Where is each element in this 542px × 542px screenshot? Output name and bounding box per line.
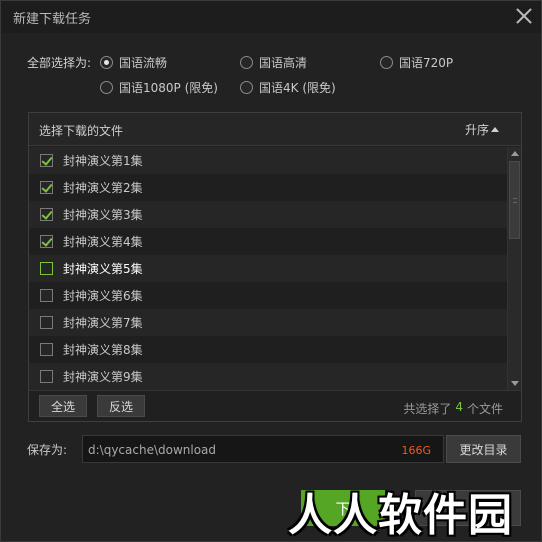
grip-icon	[513, 198, 517, 203]
radio-quality-smooth[interactable]: 国语流畅	[100, 54, 167, 71]
new-download-dialog: 新建下载任务 全部选择为: 国语流畅 国语高清 国语720P 国语1080P (…	[0, 0, 542, 542]
selected-prefix: 共选择了	[403, 402, 452, 416]
scroll-down-icon[interactable]	[511, 381, 519, 386]
file-name: 封神演义第4集	[63, 235, 143, 249]
selected-suffix: 个文件	[466, 402, 503, 416]
file-list-panel: 选择下载的文件 升序 封神演义第1集 封神演义第2集 封神演义第3集 封神演义第…	[28, 112, 522, 422]
file-name: 封神演义第7集	[63, 316, 143, 330]
invert-selection-button[interactable]: 反选	[97, 395, 145, 417]
scrollbar[interactable]	[507, 147, 521, 390]
radio-quality-4k[interactable]: 国语4K (限免)	[240, 79, 336, 96]
radio-label: 国语流畅	[119, 56, 168, 70]
radio-icon	[100, 81, 113, 94]
checkbox[interactable]	[40, 235, 53, 248]
radio-label: 国语720P	[399, 56, 454, 70]
free-space: 166G	[401, 444, 431, 457]
checkbox[interactable]	[40, 343, 53, 356]
list-item[interactable]: 封神演义第9集	[29, 363, 507, 390]
list-item[interactable]: 封神演义第6集	[29, 282, 507, 309]
radio-label: 国语高清	[259, 56, 308, 70]
radio-icon	[240, 56, 253, 69]
list-item[interactable]: 封神演义第5集	[29, 255, 507, 282]
file-name: 封神演义第9集	[63, 370, 143, 384]
file-name: 封神演义第2集	[63, 181, 143, 195]
file-list: 封神演义第1集 封神演义第2集 封神演义第3集 封神演义第4集 封神演义第5集 …	[29, 147, 507, 390]
list-item[interactable]: 封神演义第2集	[29, 174, 507, 201]
selected-count: 共选择了 4 个文件	[403, 400, 503, 417]
save-path-field[interactable]: d:\qycache\download 166G	[82, 435, 444, 463]
checkbox[interactable]	[40, 289, 53, 302]
quality-label: 全部选择为:	[27, 56, 92, 70]
watermark: 人人软件园	[288, 490, 513, 541]
radio-quality-hd[interactable]: 国语高清	[240, 54, 307, 71]
radio-label: 国语4K (限免)	[259, 81, 336, 95]
checkbox[interactable]	[40, 370, 53, 383]
sort-label: 升序	[464, 123, 489, 137]
radio-icon	[100, 56, 113, 69]
selected-number: 4	[455, 400, 463, 414]
file-name: 封神演义第1集	[63, 154, 143, 168]
title-bar: 新建下载任务	[1, 1, 541, 33]
sort-button[interactable]: 升序	[465, 121, 499, 138]
close-icon[interactable]	[515, 7, 533, 25]
radio-quality-1080p[interactable]: 国语1080P (限免)	[100, 79, 218, 96]
file-list-footer: 全选 反选 共选择了 4 个文件	[29, 390, 521, 421]
file-name: 封神演义第3集	[63, 208, 143, 222]
select-all-button[interactable]: 全选	[39, 395, 87, 417]
list-item[interactable]: 封神演义第3集	[29, 201, 507, 228]
file-name: 封神演义第8集	[63, 343, 143, 357]
radio-quality-720p[interactable]: 国语720P	[380, 54, 453, 71]
checkbox[interactable]	[40, 316, 53, 329]
save-path-value: d:\qycache\download	[88, 443, 217, 457]
list-item[interactable]: 封神演义第7集	[29, 309, 507, 336]
checkbox[interactable]	[40, 262, 53, 275]
scroll-up-icon[interactable]	[511, 151, 519, 156]
radio-label: 国语1080P (限免)	[119, 81, 218, 95]
checkbox[interactable]	[40, 181, 53, 194]
save-label: 保存为:	[27, 443, 68, 457]
file-list-title: 选择下载的文件	[39, 124, 124, 138]
radio-icon	[380, 56, 393, 69]
dialog-title: 新建下载任务	[13, 12, 92, 27]
sort-ascending-icon	[491, 127, 499, 132]
radio-icon	[240, 81, 253, 94]
checkbox[interactable]	[40, 208, 53, 221]
change-directory-button[interactable]: 更改目录	[446, 435, 521, 463]
file-name: 封神演义第5集	[63, 262, 143, 276]
file-name: 封神演义第6集	[63, 289, 143, 303]
list-item[interactable]: 封神演义第1集	[29, 147, 507, 174]
list-item[interactable]: 封神演义第8集	[29, 336, 507, 363]
scrollbar-thumb[interactable]	[509, 161, 520, 239]
checkbox[interactable]	[40, 154, 53, 167]
file-list-header: 选择下载的文件 升序	[29, 113, 521, 146]
list-item[interactable]: 封神演义第4集	[29, 228, 507, 255]
